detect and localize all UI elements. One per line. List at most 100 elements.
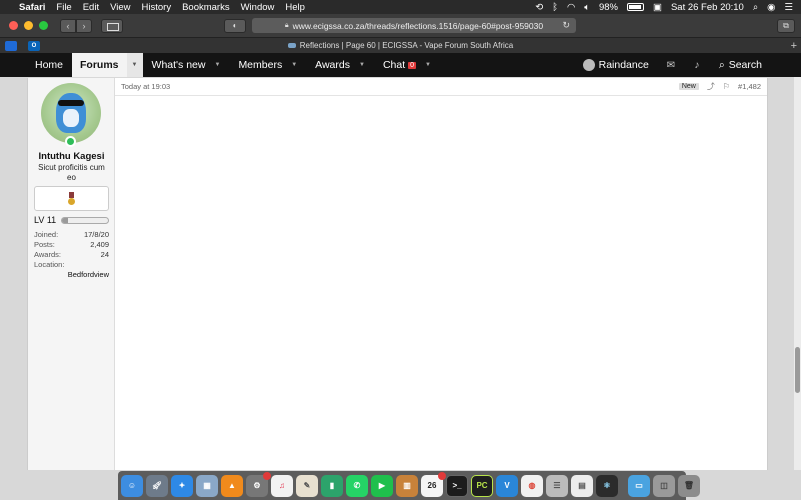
- fullscreen-window-button[interactable]: [39, 21, 48, 30]
- menu-app-name[interactable]: Safari: [19, 2, 45, 13]
- share-icon[interactable]: ⤴: [707, 81, 715, 92]
- textedit-icon[interactable]: ✎: [296, 474, 318, 497]
- inbox-icon[interactable]: ✉: [658, 53, 684, 77]
- tab-overview-icon[interactable]: ⧉: [777, 18, 795, 33]
- user-level: LV 11: [34, 215, 109, 225]
- forward-button[interactable]: ›: [76, 18, 92, 33]
- bluetooth-icon[interactable]: ᛒ: [552, 2, 558, 13]
- battery-percent[interactable]: 98%: [599, 2, 618, 13]
- menu-bookmarks[interactable]: Bookmarks: [182, 2, 230, 13]
- close-window-button[interactable]: [9, 21, 18, 30]
- safari-icon[interactable]: ✦: [171, 474, 193, 497]
- online-status-icon: [65, 136, 76, 147]
- new-tab-icon[interactable]: +: [791, 40, 797, 52]
- menubar-clock[interactable]: Sat 26 Feb 20:10: [671, 2, 744, 13]
- control-center-icon[interactable]: ☰: [784, 2, 793, 13]
- stat-awards: Awards: 24: [34, 250, 109, 260]
- stat-label: Awards:: [34, 250, 61, 259]
- terminal-icon[interactable]: >_: [446, 474, 468, 497]
- vscode-icon[interactable]: V: [496, 474, 518, 497]
- finder-icon[interactable]: ☺: [121, 474, 143, 497]
- stat-label: Posts:: [34, 240, 55, 249]
- macos-dock: ☺ 🚀︎ ✦ ▦ ▲ ⚙ ♫ ✎ ▮ ✆ ▶ ▥ 26 >_ PC V ◍ ☰ …: [118, 471, 700, 500]
- nav-members-label: Members: [238, 59, 283, 71]
- launchpad-icon[interactable]: 🚀︎: [146, 474, 168, 497]
- notification-badge: [263, 471, 271, 480]
- database-icon[interactable]: ☰: [546, 474, 568, 497]
- post-number[interactable]: #1,482: [738, 82, 761, 91]
- address-bar[interactable]: 🔒︎ www.ecigssa.co.za/threads/reflections…: [252, 18, 576, 33]
- award-showcase[interactable]: [34, 186, 109, 211]
- minimize-window-button[interactable]: [24, 21, 33, 30]
- chevron-down-icon[interactable]: ▼: [291, 62, 297, 68]
- menubar-status-area: ⟲ ᛒ ◠ 🔈︎ 98% ▣ Sat 26 Feb 20:10 ⌕ ◉ ☰: [535, 2, 793, 13]
- calendar-icon[interactable]: 26: [421, 471, 446, 497]
- scrollbar-thumb[interactable]: [795, 347, 800, 393]
- nav-home[interactable]: Home: [26, 53, 72, 77]
- whatsapp-icon[interactable]: ✆: [346, 474, 368, 497]
- alerts-bell-icon[interactable]: ♪: [684, 53, 710, 77]
- facetime-icon[interactable]: ▶: [371, 474, 393, 497]
- browser-toolbar: ‹ › ◐ 🔒︎ www.ecigssa.co.za/threads/refle…: [0, 14, 801, 38]
- menu-history[interactable]: History: [142, 2, 172, 13]
- sidebar-toggle-icon[interactable]: [101, 18, 123, 33]
- back-button[interactable]: ‹: [60, 18, 76, 33]
- menu-file[interactable]: File: [56, 2, 71, 13]
- level-progress-bar: [61, 216, 109, 224]
- spotlight-icon[interactable]: ⌕: [753, 2, 758, 13]
- post-username[interactable]: Intuthu Kagesi: [28, 151, 115, 162]
- chevron-down-icon[interactable]: ▼: [214, 62, 220, 68]
- numbers-icon[interactable]: ▮: [321, 474, 343, 497]
- nav-whats-new[interactable]: What's new ▼: [143, 53, 230, 77]
- books-icon[interactable]: ▥: [396, 474, 418, 497]
- wifi-icon[interactable]: ◠: [567, 2, 575, 13]
- chevron-down-icon[interactable]: ▼: [359, 62, 365, 68]
- document-icon[interactable]: ▤: [571, 474, 593, 497]
- trash-icon[interactable]: 🗑︎: [678, 474, 700, 497]
- user-account-icon[interactable]: ◉: [767, 2, 775, 13]
- chrome-icon[interactable]: ◍: [521, 474, 543, 497]
- stat-joined: Joined: 17/8/20: [34, 230, 109, 240]
- nav-chat-label: Chat: [382, 59, 406, 71]
- volume-icon[interactable]: 🔈︎: [584, 2, 590, 13]
- search-button[interactable]: ⌕ Search: [710, 53, 771, 77]
- screenshot-icon[interactable]: ◫: [653, 474, 675, 497]
- account-menu[interactable]: Raindance: [574, 53, 658, 77]
- account-username: Raindance: [598, 59, 649, 71]
- medal-icon: [68, 191, 75, 206]
- atom-icon[interactable]: ⚛: [596, 474, 618, 497]
- system-preferences-icon[interactable]: ⚙: [246, 471, 271, 497]
- reload-icon[interactable]: ↻: [562, 20, 570, 31]
- downloads-folder-icon[interactable]: ▭: [628, 474, 650, 497]
- nav-chat[interactable]: Chat 0 ▼: [374, 53, 440, 77]
- stat-value: 17/8/20: [83, 230, 109, 239]
- window-controls: [9, 21, 48, 30]
- privacy-report-icon[interactable]: ◐: [224, 18, 246, 33]
- post-timestamp[interactable]: Today at 19:03: [121, 82, 170, 91]
- music-icon[interactable]: ♫: [271, 474, 293, 497]
- nav-forums-dropdown-icon[interactable]: ▼: [126, 53, 143, 77]
- bookmark-icon[interactable]: ⚐: [723, 82, 730, 91]
- page-content: Intuthu Kagesi Sicut proficitis cum eo L…: [0, 77, 801, 470]
- active-tab[interactable]: Reflections | Page 60 | ECIGSSA - Vape F…: [0, 41, 801, 50]
- nav-whats-new-label: What's new: [151, 59, 206, 71]
- nav-members[interactable]: Members ▼: [229, 53, 306, 77]
- preview-icon[interactable]: ▦: [196, 474, 218, 497]
- vlc-icon[interactable]: ▲: [221, 474, 243, 497]
- nav-forums[interactable]: Forums: [72, 53, 127, 77]
- battery-icon[interactable]: [626, 3, 644, 11]
- menu-help[interactable]: Help: [285, 2, 305, 13]
- page-scrollbar[interactable]: [794, 77, 801, 470]
- post-actions: New ⤴ ⚐ #1,482: [678, 81, 761, 92]
- menu-edit[interactable]: Edit: [83, 2, 99, 13]
- pycharm-icon[interactable]: PC: [471, 474, 493, 497]
- menu-window[interactable]: Window: [241, 2, 275, 13]
- menu-view[interactable]: View: [110, 2, 130, 13]
- nav-awards[interactable]: Awards ▼: [306, 53, 374, 77]
- user-avatar-large[interactable]: [41, 83, 101, 143]
- time-machine-icon[interactable]: ⟲: [535, 2, 543, 13]
- forum-post: Intuthu Kagesi Sicut proficitis cum eo L…: [27, 78, 768, 470]
- chevron-down-icon[interactable]: ▼: [425, 62, 431, 68]
- display-icon[interactable]: ▣: [653, 2, 662, 13]
- stat-location: Location:: [34, 260, 109, 270]
